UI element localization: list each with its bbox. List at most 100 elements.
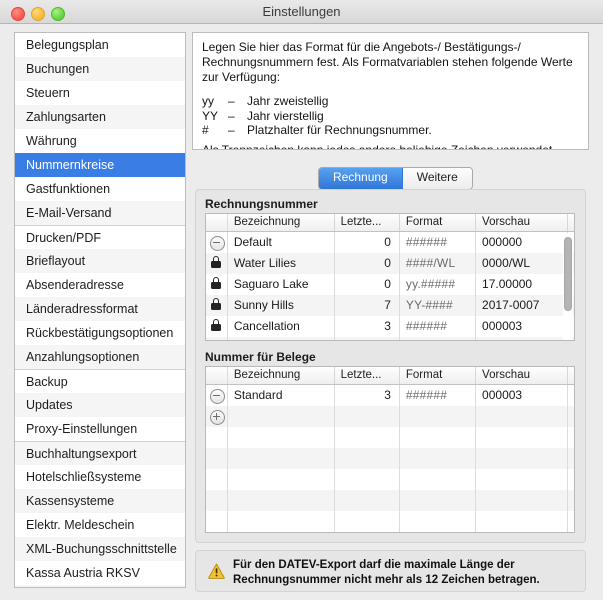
- invoice-table-scrollbar[interactable]: [563, 233, 573, 340]
- sidebar-item-buchhaltungsexport[interactable]: Buchhaltungsexport: [15, 441, 185, 465]
- sidebar-item-gastfunktionen[interactable]: Gastfunktionen: [15, 177, 185, 201]
- sidebar-item-zahlungsarten[interactable]: Zahlungsarten: [15, 105, 185, 129]
- column-header-letzte[interactable]: Letzte...: [335, 214, 400, 231]
- row-state-cell[interactable]: [206, 232, 228, 253]
- sidebar-item-label: Drucken/PDF: [26, 231, 102, 245]
- add-row[interactable]: [206, 406, 574, 427]
- column-header-vorschau[interactable]: Vorschau: [476, 214, 568, 231]
- sidebar-item-label: Anzahlungsoptionen: [26, 350, 140, 364]
- sidebar-item-brieflayout[interactable]: Brieflayout: [15, 249, 185, 273]
- sidebar-item-kassensysteme[interactable]: Kassensysteme: [15, 489, 185, 513]
- sidebar-item-hotelschließsysteme[interactable]: Hotelschließsysteme: [15, 465, 185, 489]
- document-numbers-body[interactable]: Standard 3 ###### 000003: [206, 385, 574, 533]
- table-row[interactable]: Standard 3 ###### 000003: [206, 385, 574, 406]
- column-header-letzte[interactable]: Letzte...: [335, 367, 400, 384]
- sidebar-item-label: Gastfunktionen: [26, 182, 111, 196]
- empty-cell: [568, 490, 574, 511]
- table-row[interactable]: Saguaro Lake 0 yy.##### 17.00000: [206, 274, 574, 295]
- sidebar-item-kassa-austria-rksv[interactable]: Kassa Austria RKSV: [15, 561, 185, 585]
- sidebar-item-belegungsplan[interactable]: Belegungsplan: [15, 33, 185, 57]
- cell-format[interactable]: ######: [400, 385, 477, 406]
- tab-weitere[interactable]: Weitere: [402, 168, 472, 189]
- add-row-button[interactable]: [206, 337, 228, 340]
- column-header-vorschau[interactable]: Vorschau: [476, 367, 568, 384]
- empty-cell: [206, 490, 228, 511]
- row-state-cell[interactable]: [206, 295, 228, 316]
- cell-format[interactable]: YY-####: [400, 295, 477, 316]
- cell-letzte[interactable]: 0: [335, 274, 400, 295]
- sidebar-item-anzahlungsoptionen[interactable]: Anzahlungsoptionen: [15, 345, 185, 369]
- section-tabs[interactable]: Rechnung Weitere: [318, 167, 473, 190]
- cell-format[interactable]: yy.#####: [400, 274, 477, 295]
- row-state-cell[interactable]: [206, 316, 228, 337]
- sidebar-item-rückbestätigungsoptionen[interactable]: Rückbestätigungsoptionen: [15, 321, 185, 345]
- cell-letzte[interactable]: 0: [335, 232, 400, 253]
- sidebar-item-währung[interactable]: Währung: [15, 129, 185, 153]
- cell-bezeichnung[interactable]: Sunny Hills: [228, 295, 335, 316]
- column-header-spacer: [206, 214, 228, 231]
- row-state-cell[interactable]: [206, 274, 228, 295]
- row-state-cell[interactable]: [206, 385, 228, 406]
- plus-circle-icon[interactable]: [210, 410, 225, 425]
- cell-letzte[interactable]: 3: [335, 316, 400, 337]
- cell-format[interactable]: ####/WL: [400, 253, 477, 274]
- sidebar-item-updates[interactable]: Updates: [15, 393, 185, 417]
- cell-vorschau[interactable]: 2017-0007: [476, 295, 568, 316]
- empty-cell: [568, 511, 574, 532]
- cell-vorschau[interactable]: 000003: [476, 316, 568, 337]
- sidebar-item-backup[interactable]: Backup: [15, 369, 185, 393]
- empty-row: [206, 427, 574, 448]
- sidebar-item-proxy-einstellungen[interactable]: Proxy-Einstellungen: [15, 417, 185, 441]
- cell-letzte[interactable]: 7: [335, 295, 400, 316]
- invoice-table-scroll-thumb[interactable]: [564, 237, 572, 311]
- table-row[interactable]: Water Lilies 0 ####/WL 0000/WL: [206, 253, 574, 274]
- cell-format[interactable]: ######: [400, 316, 477, 337]
- cell-bezeichnung[interactable]: Saguaro Lake: [228, 274, 335, 295]
- cell-vorschau[interactable]: 000000: [476, 232, 568, 253]
- column-header-bezeichnung[interactable]: Bezeichnung: [228, 214, 335, 231]
- sidebar-list[interactable]: Belegungsplan Buchungen Steuern Zahlungsart…: [15, 33, 185, 585]
- cell-vorschau[interactable]: 17.00000: [476, 274, 568, 295]
- column-header-format[interactable]: Format: [400, 367, 477, 384]
- sidebar-item-länderadressformat[interactable]: Länderadressformat: [15, 297, 185, 321]
- cell-bezeichnung[interactable]: Water Lilies: [228, 253, 335, 274]
- sidebar-item-absenderadresse[interactable]: Absenderadresse: [15, 273, 185, 297]
- cell-vorschau[interactable]: 0000/WL: [476, 253, 568, 274]
- column-header-format[interactable]: Format: [400, 214, 477, 231]
- cell-bezeichnung[interactable]: Cancellation: [228, 316, 335, 337]
- cell-bezeichnung[interactable]: Standard: [228, 385, 335, 406]
- document-numbers-table[interactable]: Bezeichnung Letzte... Format Vorschau St…: [205, 366, 575, 533]
- add-row-button[interactable]: [206, 406, 228, 427]
- column-header-bezeichnung[interactable]: Bezeichnung: [228, 367, 335, 384]
- sidebar-item-steuern[interactable]: Steuern: [15, 81, 185, 105]
- minus-circle-icon[interactable]: [210, 236, 225, 251]
- sidebar-item-nummernkreise[interactable]: Nummernkreise: [15, 153, 185, 177]
- table-row[interactable]: Cancellation 3 ###### 000003: [206, 316, 574, 337]
- cell-letzte[interactable]: 0: [335, 253, 400, 274]
- invoice-numbers-table[interactable]: Bezeichnung Letzte... Format Vorschau De…: [205, 213, 575, 341]
- cell-letzte[interactable]: 3: [335, 385, 400, 406]
- tab-rechnung[interactable]: Rechnung: [319, 168, 403, 189]
- minus-circle-icon[interactable]: [210, 389, 225, 404]
- table-row[interactable]: Default 0 ###### 000000: [206, 232, 574, 253]
- sidebar-item-buchungen[interactable]: Buchungen: [15, 57, 185, 81]
- sidebar-item-elektr-meldeschein[interactable]: Elektr. Meldeschein: [15, 513, 185, 537]
- empty-row: [206, 532, 574, 533]
- empty-cell: [400, 406, 477, 427]
- sidebar-item-drucken-pdf[interactable]: Drucken/PDF: [15, 225, 185, 249]
- sidebar-empty-area: [15, 585, 185, 587]
- row-state-cell[interactable]: [206, 253, 228, 274]
- settings-sidebar[interactable]: Belegungsplan Buchungen Steuern Zahlungsart…: [14, 32, 186, 588]
- sidebar-item-e-mail-versand[interactable]: E-Mail-Versand: [15, 201, 185, 225]
- empty-cell: [568, 427, 574, 448]
- add-row[interactable]: [206, 337, 574, 340]
- invoice-numbers-body[interactable]: Default 0 ###### 000000 Water Lilies 0 ####/WL…: [206, 232, 574, 340]
- empty-row: [206, 490, 574, 511]
- sidebar-item-xml-buchungsschnittstelle[interactable]: XML-Buchungsschnittstelle: [15, 537, 185, 561]
- cell-format[interactable]: ######: [400, 232, 477, 253]
- table-row[interactable]: Sunny Hills 7 YY-#### 2017-0007: [206, 295, 574, 316]
- datev-warning-box: Für den DATEV-Export darf die maximale L…: [195, 550, 586, 592]
- cell-bezeichnung[interactable]: Default: [228, 232, 335, 253]
- cell-vorschau[interactable]: 000003: [476, 385, 568, 406]
- empty-cell: [228, 448, 335, 469]
